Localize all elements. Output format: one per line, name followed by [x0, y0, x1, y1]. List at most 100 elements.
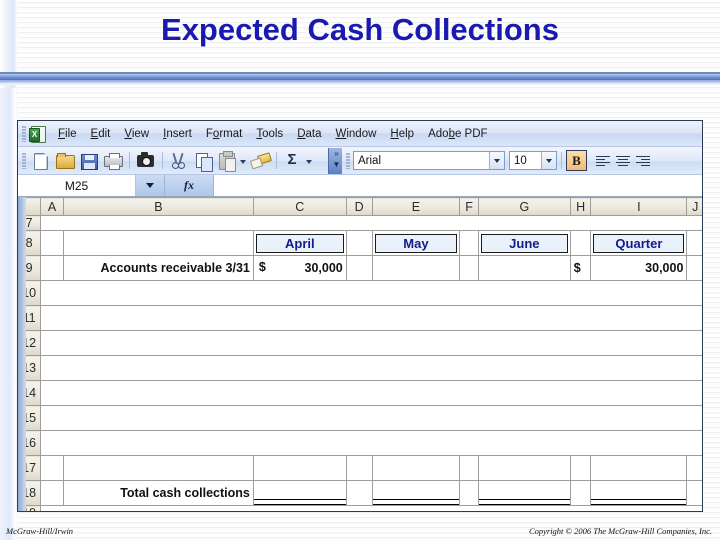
menu-bar[interactable]: X File Edit View Insert Format Tools Dat… — [18, 121, 702, 147]
table-row[interactable]: 9 Accounts receivable 3/31 $ 30,000 $ 30… — [18, 255, 702, 281]
menu-item-tools[interactable]: Tools — [249, 126, 290, 142]
cell-c8[interactable]: April — [253, 230, 347, 256]
table-row[interactable]: 12 — [18, 330, 702, 356]
cell-e17[interactable] — [372, 455, 461, 481]
cell-j17[interactable] — [686, 455, 702, 481]
column-header-d[interactable]: D — [346, 197, 373, 216]
table-row[interactable]: 13 — [18, 355, 702, 381]
table-row[interactable]: 17 — [18, 455, 702, 481]
cell-b9[interactable]: Accounts receivable 3/31 — [63, 255, 254, 281]
menubar-grip[interactable] — [22, 125, 26, 142]
cell-b17[interactable] — [63, 455, 254, 481]
cell-a8[interactable] — [40, 230, 64, 256]
row-13-cells[interactable] — [40, 355, 702, 381]
cell-h9[interactable]: $ — [570, 255, 592, 281]
column-header-f[interactable]: F — [459, 197, 479, 216]
menu-item-data[interactable]: Data — [290, 126, 328, 142]
excel-embedded-object[interactable]: X File Edit View Insert Format Tools Dat… — [17, 120, 703, 512]
formula-input[interactable] — [214, 175, 702, 196]
table-row[interactable]: 14 — [18, 380, 702, 406]
spreadsheet-grid[interactable]: A B C D E F G H I J 7 8 April May June Q… — [18, 197, 702, 511]
menu-item-edit[interactable]: Edit — [84, 126, 118, 142]
autosum-dropdown-arrow-icon[interactable] — [305, 151, 314, 171]
font-name-dropdown-icon[interactable] — [489, 152, 504, 169]
font-name-combo[interactable]: Arial — [353, 151, 505, 170]
cell-b18[interactable]: Total cash collections — [63, 480, 254, 506]
align-right-icon[interactable] — [633, 151, 653, 171]
new-document-icon[interactable] — [30, 150, 52, 172]
table-row[interactable]: 19 — [18, 505, 702, 511]
column-header-g[interactable]: G — [478, 197, 571, 216]
cell-f17[interactable] — [459, 455, 479, 481]
cell-c9[interactable]: $ 30,000 — [253, 255, 347, 281]
row-11-cells[interactable] — [40, 305, 702, 331]
toolbar-grip[interactable] — [22, 152, 26, 169]
menu-item-view[interactable]: View — [117, 126, 156, 142]
row-16-cells[interactable] — [40, 430, 702, 456]
format-painter-icon[interactable] — [249, 150, 271, 172]
row-10-cells[interactable] — [40, 280, 702, 306]
cell-d17[interactable] — [346, 455, 373, 481]
column-header-j[interactable]: J — [686, 197, 702, 216]
cell-a17[interactable] — [40, 455, 64, 481]
standard-toolbar[interactable]: Σ » ▼ Arial 10 B — [18, 147, 702, 175]
font-size-combo[interactable]: 10 — [509, 151, 557, 170]
copy-icon[interactable] — [192, 150, 214, 172]
cell-h18[interactable] — [570, 480, 592, 506]
align-center-icon[interactable] — [613, 151, 633, 171]
cell-e9[interactable] — [372, 255, 461, 281]
cell-j8[interactable] — [686, 230, 702, 256]
column-header-a[interactable]: A — [40, 197, 64, 216]
menu-item-format[interactable]: Format — [199, 126, 249, 142]
menu-item-window[interactable]: Window — [329, 126, 384, 142]
column-header-c[interactable]: C — [253, 197, 347, 216]
paste-dropdown-arrow-icon[interactable] — [239, 151, 248, 171]
cell-b8[interactable] — [63, 230, 254, 256]
formatting-toolbar-grip[interactable] — [346, 152, 350, 169]
column-header-e[interactable]: E — [372, 197, 461, 216]
table-row[interactable]: 18 Total cash collections — [18, 480, 702, 506]
paste-icon[interactable] — [216, 150, 238, 172]
autosum-sigma-icon[interactable]: Σ — [282, 150, 304, 172]
cell-a18[interactable] — [40, 480, 64, 506]
cell-i9[interactable]: 30,000 — [590, 255, 688, 281]
column-header-i[interactable]: I — [590, 197, 688, 216]
cell-j18[interactable] — [686, 480, 702, 506]
menu-item-adobe-pdf[interactable]: Adobe PDF — [421, 126, 494, 142]
row-14-cells[interactable] — [40, 380, 702, 406]
name-box-dropdown-icon[interactable] — [136, 175, 165, 196]
column-header-h[interactable]: H — [570, 197, 592, 216]
cell-g17[interactable] — [478, 455, 571, 481]
cell-i18-total-quarter[interactable] — [590, 480, 688, 506]
cell-h17[interactable] — [570, 455, 592, 481]
font-size-dropdown-icon[interactable] — [541, 152, 556, 169]
toolbar-overflow-handle[interactable]: » ▼ — [328, 147, 342, 174]
table-row[interactable]: 8 April May June Quarter — [18, 230, 702, 256]
menu-item-file[interactable]: File — [51, 126, 84, 142]
menu-item-help[interactable]: Help — [383, 126, 421, 142]
table-row[interactable]: 16 — [18, 430, 702, 456]
cell-e8[interactable]: May — [372, 230, 461, 256]
table-row[interactable]: 7 — [18, 215, 702, 231]
cell-g18-total-june[interactable] — [478, 480, 571, 506]
cell-i8[interactable]: Quarter — [590, 230, 688, 256]
cell-h8[interactable] — [570, 230, 592, 256]
formula-bar[interactable]: M25 fx — [18, 175, 702, 197]
row-15-cells[interactable] — [40, 405, 702, 431]
formatting-toolbar[interactable]: Arial 10 B — [342, 150, 653, 171]
column-header-b[interactable]: B — [63, 197, 254, 216]
row-12-cells[interactable] — [40, 330, 702, 356]
print-icon[interactable] — [102, 150, 124, 172]
cut-scissors-icon[interactable] — [168, 150, 190, 172]
cell-d8[interactable] — [346, 230, 373, 256]
cell-i17[interactable] — [590, 455, 688, 481]
cell-f18[interactable] — [459, 480, 479, 506]
cell-g9[interactable] — [478, 255, 571, 281]
cell-d9[interactable] — [346, 255, 373, 281]
cell-g8[interactable]: June — [478, 230, 571, 256]
insert-function-icon[interactable]: fx — [165, 175, 214, 196]
row-19-cells[interactable] — [40, 505, 702, 511]
table-row[interactable]: 11 — [18, 305, 702, 331]
cell-f9[interactable] — [459, 255, 479, 281]
cell-f8[interactable] — [459, 230, 479, 256]
